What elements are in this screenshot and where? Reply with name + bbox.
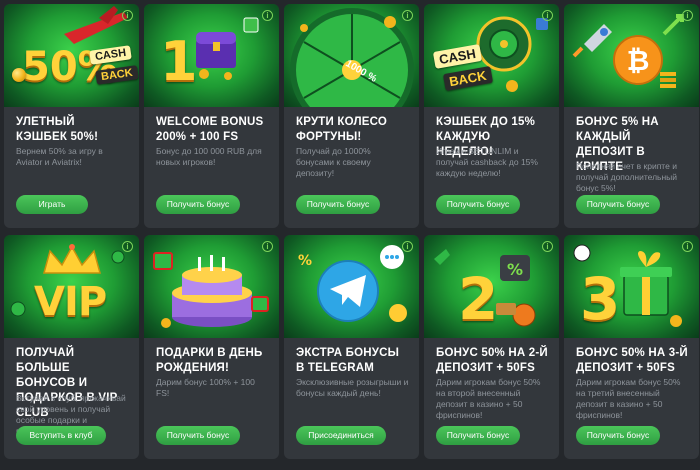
info-icon[interactable]: i bbox=[122, 241, 133, 252]
svg-text:%: % bbox=[507, 260, 523, 279]
info-icon[interactable]: i bbox=[122, 10, 133, 21]
info-icon[interactable]: i bbox=[682, 241, 693, 252]
promo-art: ₿ bbox=[564, 4, 699, 107]
promo-grid: 50% CASH BACK i УЛЕТНЫЙ КЭШБЕК 50%! Верн… bbox=[4, 4, 699, 459]
promo-card-vip-club: VIP i ПОЛУЧАЙ БОЛЬШЕ БОНУСОВ И ПОДАРКОВ … bbox=[4, 235, 139, 459]
promo-card-welcome-bonus: 1 i WELCOME BONUS 200% + 100 FS Бонус до… bbox=[144, 4, 279, 228]
promo-art bbox=[144, 235, 279, 338]
promo-description: Вернем 50% за игру в Aviator и Aviatrix! bbox=[16, 146, 103, 167]
treasure-chest-icon bbox=[196, 17, 259, 80]
get-bonus-button[interactable]: Получить бонус bbox=[296, 195, 380, 214]
promo-art: 50% CASH BACK bbox=[4, 4, 139, 107]
join-button[interactable]: Присоединиться bbox=[296, 426, 386, 445]
info-icon[interactable]: i bbox=[402, 241, 413, 252]
promo-description: Получай до 1000% бонусами к своему депоз… bbox=[296, 146, 371, 178]
promo-art: 1 bbox=[144, 4, 279, 107]
get-bonus-button[interactable]: Получить бонус bbox=[576, 426, 660, 445]
promo-art: 2 % bbox=[424, 235, 559, 338]
get-bonus-button[interactable]: Получить бонус bbox=[436, 195, 520, 214]
promo-art: 1000 % bbox=[284, 4, 419, 107]
promo-art: 3 bbox=[564, 235, 699, 338]
promo-card-crypto-bonus: ₿ i БОНУС 5% НА КАЖДЫЙ ДЕПОЗИТ В КРИПТЕ … bbox=[564, 4, 699, 228]
promo-art: CASH BACK bbox=[424, 4, 559, 107]
promo-description: Бонус до 100 000 RUB для новых игроков! bbox=[156, 146, 262, 167]
promo-card-weekly-cashback: CASH BACK i КЭШБЕК ДО 15% КАЖДУЮ НЕДЕЛЮ!… bbox=[424, 4, 559, 228]
get-bonus-button[interactable]: Получить бонус bbox=[436, 426, 520, 445]
fortune-wheel-icon bbox=[290, 8, 414, 107]
promo-art: VIP bbox=[4, 235, 139, 338]
promo-title: WELCOME BONUS 200% + 100 FS bbox=[156, 116, 264, 143]
info-icon[interactable]: i bbox=[682, 10, 693, 21]
promo-description: Дарим игрокам бонус 50% на третий внесен… bbox=[576, 377, 681, 420]
promo-art: % bbox=[284, 235, 419, 338]
info-icon[interactable]: i bbox=[262, 241, 273, 252]
promo-title: КРУТИ КОЛЕСО ФОРТУНЫ! bbox=[296, 116, 387, 143]
info-icon[interactable]: i bbox=[542, 10, 553, 21]
bitcoin-icon: ₿ bbox=[572, 14, 684, 88]
join-club-button[interactable]: Вступить в клуб bbox=[16, 426, 106, 445]
info-icon[interactable]: i bbox=[542, 241, 553, 252]
promo-card-third-deposit: 3 i БОНУС 50% НА 3-Й ДЕПОЗИТ + 50FS Дари… bbox=[564, 235, 699, 459]
info-icon[interactable]: i bbox=[262, 10, 273, 21]
promo-card-birthday: i ПОДАРКИ В ДЕНЬ РОЖДЕНИЯ! Дарим бонус 1… bbox=[144, 235, 279, 459]
gift-box-icon bbox=[573, 244, 682, 327]
birthday-cake-icon bbox=[153, 252, 269, 328]
promo-card-cashback-aviator: 50% CASH BACK i УЛЕТНЫЙ КЭШБЕК 50%! Верн… bbox=[4, 4, 139, 228]
svg-text:%: % bbox=[298, 253, 312, 269]
info-icon[interactable]: i bbox=[402, 10, 413, 21]
promo-card-telegram: % i ЭКСТРА БОНУСЫ В TELEGRAM Эксклюзивны… bbox=[284, 235, 419, 459]
play-button[interactable]: Играть bbox=[16, 195, 88, 214]
get-bonus-button[interactable]: Получить бонус bbox=[576, 195, 660, 214]
get-bonus-button[interactable]: Получить бонус bbox=[156, 426, 240, 445]
telegram-icon: % bbox=[298, 245, 407, 322]
promo-title: ПОДАРКИ В ДЕНЬ РОЖДЕНИЯ! bbox=[156, 347, 263, 374]
promo-description: Эксклюзивные розыгрыши и бонусы каждый д… bbox=[296, 377, 409, 398]
vip-text: VIP bbox=[34, 279, 107, 325]
promo-title: ЭКСТРА БОНУСЫ В TELEGRAM bbox=[296, 347, 400, 374]
get-bonus-button[interactable]: Получить бонус bbox=[156, 195, 240, 214]
promo-title: БОНУС 50% НА 3-Й ДЕПОЗИТ + 50FS bbox=[576, 347, 688, 374]
promo-description: Пополняй счет в крипте и получай дополни… bbox=[576, 161, 678, 193]
promo-card-fortune-wheel: 1000 % i КРУТИ КОЛЕСО ФОРТУНЫ! Получай д… bbox=[284, 4, 419, 228]
coin-icon bbox=[12, 68, 26, 82]
promo-description: Играй с BETUNLIM и получай cashback до 1… bbox=[436, 146, 538, 178]
promo-description: Дарим бонус 100% + 100 FS! bbox=[156, 377, 255, 398]
svg-text:₿: ₿ bbox=[627, 44, 650, 77]
promo-title: УЛЕТНЫЙ КЭШБЕК 50%! bbox=[16, 116, 99, 143]
promo-title: БОНУС 50% НА 2-Й ДЕПОЗИТ + 50FS bbox=[436, 347, 548, 374]
promo-description: Дарим игрокам бонус 50% на второй внесен… bbox=[436, 377, 541, 420]
wallet-icon: % bbox=[434, 249, 536, 327]
promo-card-second-deposit: 2 % i БОНУС 50% НА 2-Й ДЕПОЗИТ + 50FS Да… bbox=[424, 235, 559, 459]
